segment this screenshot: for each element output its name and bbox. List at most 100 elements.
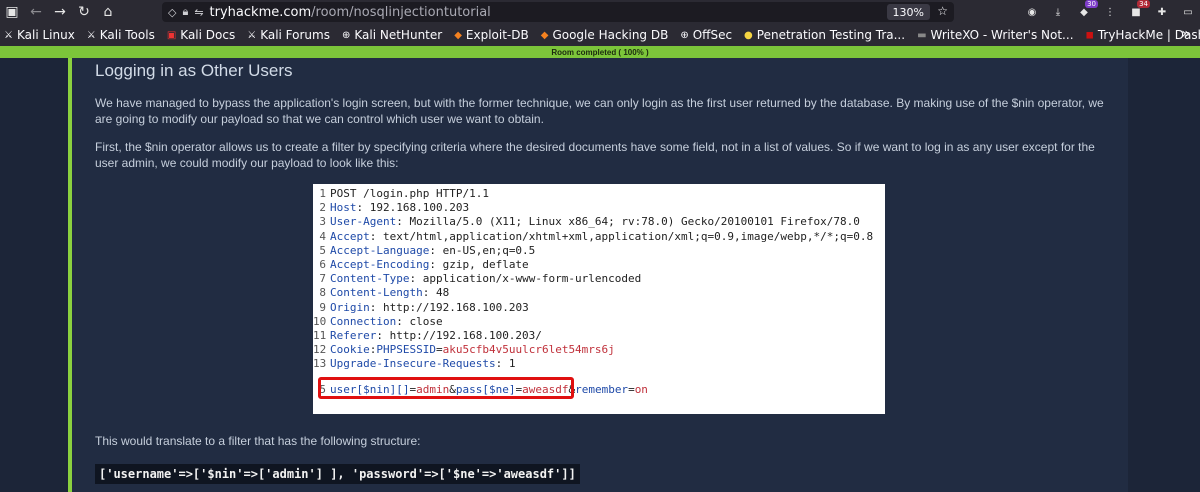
line-number: 2 (319, 201, 326, 215)
header-value: : http://192.168.100.203/ (376, 328, 542, 342)
line-number: 8 (319, 286, 326, 300)
account-icon[interactable]: ◉ (1024, 4, 1040, 20)
bookmarks-overflow-icon[interactable]: » (1181, 26, 1190, 42)
header-key: Accept-Language (330, 243, 430, 257)
header-value: : Mozilla/5.0 (X11; Linux x86_64; rv:78.… (396, 215, 860, 229)
request-line: 6 Accept-Encoding: gzip, deflate (313, 258, 885, 272)
ghdb-icon: ◆ (540, 29, 549, 41)
kali-dragon-icon: ⚔ (4, 29, 13, 41)
home-button[interactable]: ⌂ (96, 0, 120, 24)
line-number: 12 (313, 343, 327, 357)
cookie-value: aku5cfb4v5uulcr6let54mrs6j (442, 343, 615, 357)
body-remember-value: on (634, 383, 648, 397)
bookmark-label: Kali Linux (16, 28, 75, 42)
request-line: 2 Host: 192.168.100.203 (313, 201, 885, 215)
bookmark-pentest-training[interactable]: ● Penetration Testing Tra... (744, 28, 905, 42)
bookmark-kali-linux[interactable]: ⚔ Kali Linux (4, 28, 75, 42)
panel-scrollbar[interactable] (1114, 58, 1128, 492)
bookmark-kali-nethunter[interactable]: ⊕ Kali NetHunter (342, 28, 442, 42)
line-number: 1 (319, 187, 326, 200)
section-heading: Logging in as Other Users (95, 61, 293, 80)
bookmark-label: OffSec (692, 28, 733, 42)
header-value: : 1 (495, 357, 516, 371)
url-host: tryhackme.com (209, 4, 312, 20)
address-bar[interactable]: ◇ 🔒︎ ⇋ tryhackme.com/room/nosqlinjection… (162, 2, 954, 22)
shield-icon: ◇ (168, 5, 177, 19)
globe-icon: ⊕ (680, 29, 689, 41)
reload-button[interactable]: ↻ (72, 0, 96, 24)
bookmark-google-hacking-db[interactable]: ◆ Google Hacking DB (541, 28, 669, 42)
extension-icon-1[interactable]: ◆ 30 (1076, 0, 1098, 20)
header-value: : gzip, deflate (429, 257, 529, 271)
header-key: Content-Type (330, 272, 410, 286)
header-key: Upgrade-Insecure-Requests (330, 357, 496, 371)
paragraph-intro: We have managed to bypass the applicatio… (95, 96, 1104, 126)
toolbar-extensions: ◉ ⤓ ◆30 ⋮ ■34 ✚ ▭ ● ≡ (1024, 0, 1200, 24)
header-key: Host (330, 201, 357, 215)
forward-button[interactable]: → (48, 0, 72, 24)
docs-icon: ▣ (166, 29, 177, 41)
paragraph-filter-structure: This would translate to a filter that ha… (95, 434, 421, 448)
menu-dots-icon[interactable]: ⋮ (1102, 4, 1118, 20)
extension-icon-2[interactable]: ■ 34 (1128, 0, 1150, 20)
header-key: Origin (330, 300, 370, 314)
tracking-icon: ⇋ (194, 5, 204, 19)
filter-code-block: ['username'=>['$nin'=>['admin'] ], 'pass… (95, 464, 580, 484)
line-number: 10 (313, 314, 327, 328)
request-line: 4 Accept: text/html,application/xhtml+xml… (313, 230, 885, 244)
back-button[interactable]: ← (24, 0, 48, 24)
bookmark-exploit-db[interactable]: ◆ Exploit-DB (454, 28, 529, 42)
download-icon[interactable]: ⤓ (1050, 4, 1066, 20)
request-line: 5 Accept-Language: en-US,en;q=0.5 (313, 244, 885, 258)
header-value: : close (396, 314, 443, 328)
extension-badge-2: 34 (1137, 0, 1150, 8)
request-line: 13 Upgrade-Insecure-Requests: 1 (313, 357, 885, 371)
screenshot-icon[interactable]: ▭ (1180, 4, 1196, 20)
extension-badge-1: 30 (1085, 0, 1098, 8)
bookmark-writexo[interactable]: ▬ WriteXO - Writer's Not... (917, 28, 1073, 42)
header-value: : text/html,application/xhtml+xml,applic… (369, 229, 874, 243)
bookmark-offsec[interactable]: ⊕ OffSec (680, 28, 732, 42)
bookmark-label: Kali NetHunter (354, 28, 443, 42)
request-line: 9 Origin: http://192.168.100.203 (313, 301, 885, 315)
header-key: Referer (330, 328, 377, 342)
header-value: : 192.168.100.203 (356, 201, 470, 215)
room-completed-banner: Room completed ( 100% ) (0, 46, 1200, 58)
puzzle-icon[interactable]: ✚ (1154, 4, 1170, 20)
bookmark-kali-forums[interactable]: ⚔ Kali Forums (247, 28, 330, 42)
globe-icon: ⊕ (341, 29, 351, 41)
line-number: 13 (313, 357, 327, 371)
header-value: : 48 (422, 286, 450, 300)
sidebar-toggle-icon[interactable]: ▣ (0, 0, 24, 24)
request-line: 10 Connection: close (313, 315, 885, 329)
header-key: Cookie (330, 343, 370, 357)
http-request-screenshot: 1 POST /login.php HTTP/1.1 2 Host: 192.168… (313, 184, 885, 414)
url-path: /room/nosqlinjectiontutorial (311, 4, 491, 20)
bookmark-kali-docs[interactable]: ▣ Kali Docs (167, 28, 235, 42)
line-number: 5 (319, 243, 326, 257)
request-line: 11 Referer: http://192.168.100.203/ (313, 329, 885, 343)
bookmark-label: Kali Docs (180, 28, 236, 42)
cookie-name: PHPSESSID (376, 343, 436, 357)
lock-icon: 🔒︎ (182, 5, 189, 18)
bookmark-star-icon[interactable]: ☆ (937, 4, 948, 18)
exploit-db-icon: ◆ (454, 29, 462, 41)
banner-text: Room completed ( 100% ) (551, 47, 649, 57)
paragraph-nin-operator: First, the $nin operator allows us to cr… (95, 140, 1095, 170)
bookmark-kali-tools[interactable]: ⚔ Kali Tools (87, 28, 155, 42)
request-line: 8 Content-Length: 48 (313, 286, 885, 300)
header-value: : application/x-www-form-urlencoded (409, 272, 642, 286)
request-line: 7 Content-Type: application/x-www-form-ur… (313, 272, 885, 286)
request-line: 3 User-Agent: Mozilla/5.0 (X11; Linux x86… (313, 215, 885, 229)
bookmark-label: Kali Tools (99, 28, 155, 42)
request-line-cookie: 12 Cookie: PHPSESSID = aku5cfb4v5uulcr6let5… (313, 343, 615, 357)
line-number: 6 (319, 257, 326, 271)
header-key: User-Agent (330, 215, 397, 229)
zoom-level[interactable]: 130% (886, 4, 930, 20)
header-key: Accept (330, 229, 370, 243)
request-line: 1 POST /login.php HTTP/1.1 (313, 187, 885, 201)
payload-highlight-box (318, 377, 574, 399)
header-key: Content-Length (330, 286, 423, 300)
kali-dragon-icon: ⚔ (247, 29, 257, 41)
bookmark-label: Penetration Testing Tra... (756, 28, 906, 42)
